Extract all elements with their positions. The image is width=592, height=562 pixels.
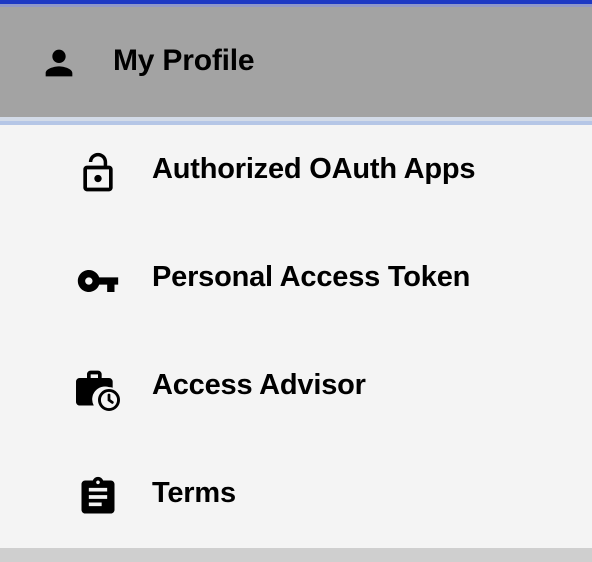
menu-item-label: Terms xyxy=(152,477,236,509)
menu-item-label: Access Advisor xyxy=(152,369,366,401)
menu-item-access-advisor[interactable]: Access Advisor xyxy=(0,341,592,449)
menu-item-label: Authorized OAuth Apps xyxy=(152,153,476,185)
clipboard-icon xyxy=(76,475,120,519)
lock-open-icon xyxy=(76,151,120,195)
menu-item-terms[interactable]: Terms xyxy=(0,449,592,557)
my-profile-label: My Profile xyxy=(113,44,255,77)
person-icon xyxy=(39,43,79,83)
key-icon xyxy=(76,259,120,303)
top-accent-bar xyxy=(0,0,592,7)
my-profile-header[interactable]: My Profile xyxy=(0,7,592,117)
menu-item-label: Personal Access Token xyxy=(152,261,471,293)
menu-item-authorized-oauth-apps[interactable]: Authorized OAuth Apps xyxy=(0,125,592,233)
bottom-divider xyxy=(0,548,592,562)
menu-item-personal-access-token[interactable]: Personal Access Token xyxy=(0,233,592,341)
work-history-icon xyxy=(76,367,120,411)
